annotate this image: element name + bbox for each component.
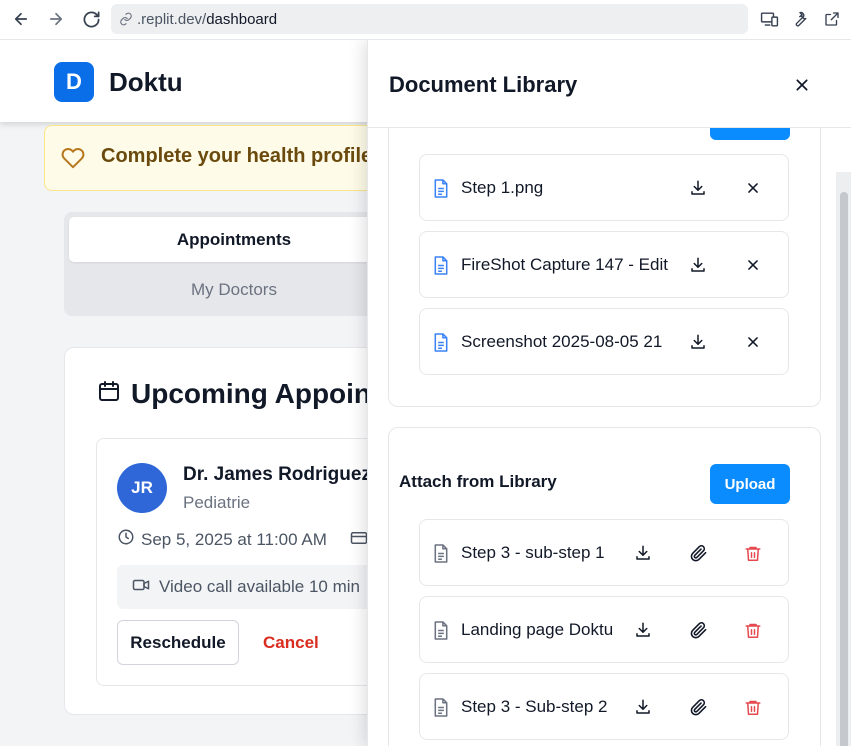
remove-icon[interactable]: [742, 177, 764, 199]
url-path: dashboard: [206, 10, 278, 28]
file-icon: [432, 178, 450, 198]
upload-button[interactable]: Upload: [710, 464, 790, 504]
file-icon: [432, 543, 450, 563]
download-icon[interactable]: [632, 542, 654, 564]
download-icon[interactable]: [687, 177, 709, 199]
download-icon[interactable]: [632, 696, 654, 718]
clock-icon: [117, 528, 135, 551]
document-library-drawer: Document Library Step 1.png FireShot Cap…: [367, 40, 851, 746]
wrench-icon[interactable]: [789, 8, 811, 30]
tab-appointments[interactable]: Appointments: [69, 217, 399, 262]
drawer-title: Document Library: [389, 72, 578, 97]
file-name: Step 3 - Sub-step 2: [461, 697, 608, 716]
file-icon: [432, 697, 450, 717]
upload-button-top[interactable]: [710, 128, 790, 140]
trash-icon[interactable]: [742, 542, 764, 564]
attach-paperclip-icon[interactable]: [687, 696, 709, 718]
remove-icon[interactable]: [742, 331, 764, 353]
download-icon[interactable]: [687, 331, 709, 353]
datetime-text: Sep 5, 2025 at 11:00 AM: [141, 529, 327, 549]
avatar: JR: [117, 463, 167, 513]
close-icon[interactable]: [791, 74, 813, 96]
link-icon: [119, 12, 133, 26]
download-icon[interactable]: [632, 619, 654, 641]
file-icon: [432, 332, 450, 352]
library-file-row: Step 3 - sub-step 1: [419, 519, 789, 586]
file-icon: [432, 255, 450, 275]
dashboard-tabs: Appointments My Doctors: [64, 212, 404, 316]
file-icon: [432, 620, 450, 640]
browser-toolbar: .replit.dev/dashboard: [0, 0, 851, 40]
devices-icon[interactable]: [758, 8, 780, 30]
heart-icon: [61, 146, 85, 175]
file-row: Screenshot 2025-08-05 21: [419, 308, 789, 375]
forward-arrow-icon[interactable]: [45, 8, 67, 30]
tab-my-doctors[interactable]: My Doctors: [69, 267, 399, 312]
cancel-button[interactable]: Cancel: [263, 620, 319, 665]
file-name: Step 1.png: [461, 178, 544, 197]
back-arrow-icon[interactable]: [10, 8, 32, 30]
open-external-icon[interactable]: [821, 8, 843, 30]
doctor-specialty: Pediatrie: [183, 493, 251, 512]
video-note-text: Video call available 10 min: [159, 577, 360, 596]
attach-paperclip-icon[interactable]: [687, 542, 709, 564]
trash-icon[interactable]: [742, 696, 764, 718]
remove-icon[interactable]: [742, 254, 764, 276]
appointments-heading: Upcoming Appoin: [97, 378, 371, 410]
file-name: Screenshot 2025-08-05 21: [461, 332, 663, 351]
calendar-icon: [97, 378, 121, 410]
drawer-scrollbar[interactable]: [836, 172, 851, 746]
reload-icon[interactable]: [80, 8, 102, 30]
file-name: FireShot Capture 147 - Edit: [461, 255, 668, 274]
file-row: Step 1.png: [419, 154, 789, 221]
appointment-datetime: Sep 5, 2025 at 11:00 AM: [117, 528, 327, 551]
drawer-header: Document Library: [368, 40, 851, 128]
trash-icon[interactable]: [742, 619, 764, 641]
scrollbar-thumb[interactable]: [840, 192, 848, 746]
video-icon: [131, 576, 151, 599]
file-name: Landing page Doktu: [461, 620, 614, 639]
address-bar[interactable]: .replit.dev/dashboard: [111, 4, 748, 34]
file-name: Step 3 - sub-step 1: [461, 543, 605, 562]
attach-paperclip-icon[interactable]: [687, 619, 709, 641]
appointments-title: Upcoming Appoin: [131, 378, 372, 409]
file-row: FireShot Capture 147 - Edit: [419, 231, 789, 298]
profile-banner-text: Complete your health profile: [101, 145, 373, 167]
logo[interactable]: D: [54, 62, 94, 102]
download-icon[interactable]: [687, 254, 709, 276]
library-section-title: Attach from Library: [399, 472, 557, 491]
reschedule-button[interactable]: Reschedule: [117, 620, 239, 665]
doctor-name: Dr. James Rodriguez: [183, 464, 371, 485]
credit-card-icon: [349, 529, 369, 552]
library-file-row: Landing page Doktu: [419, 596, 789, 663]
library-file-row: Step 3 - Sub-step 2: [419, 673, 789, 740]
url-prefix: .replit.dev/: [137, 10, 207, 28]
app-name[interactable]: Doktu: [109, 67, 183, 98]
